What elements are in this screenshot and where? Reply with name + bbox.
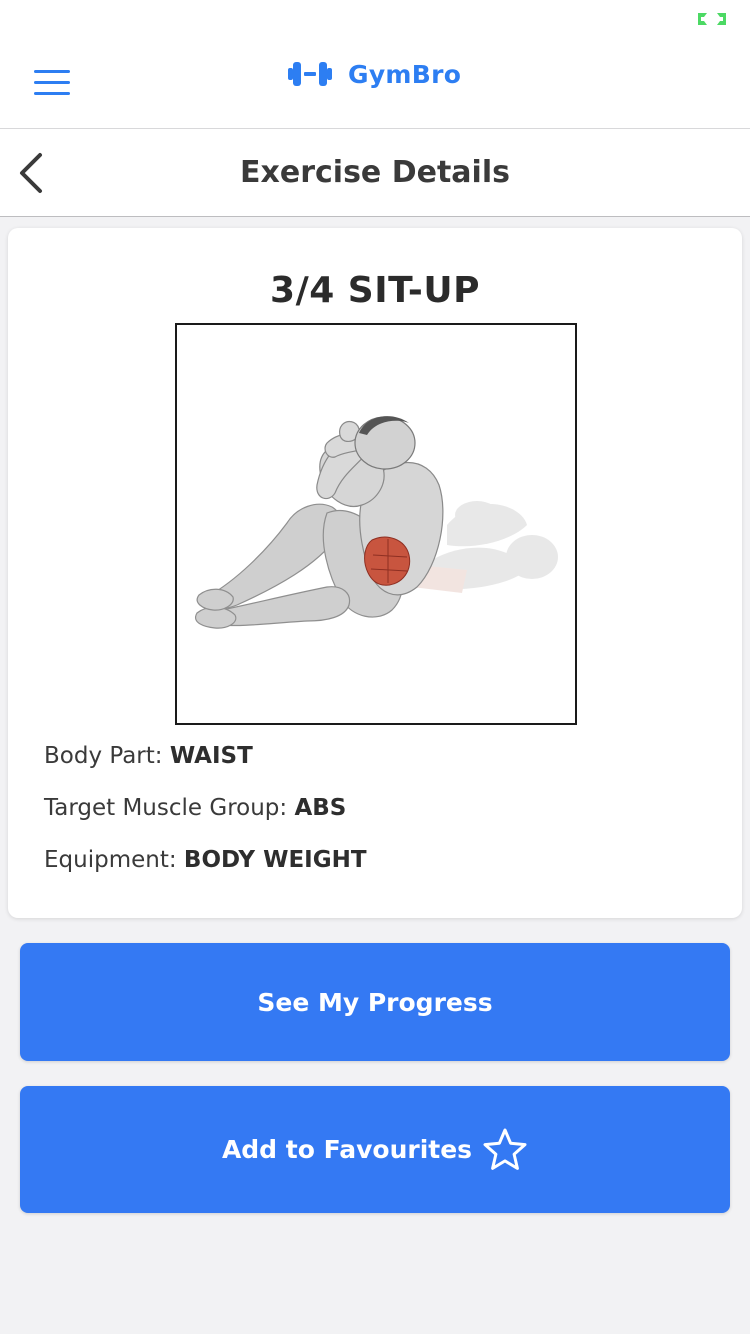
target-muscle-value: ABS (294, 795, 347, 821)
star-outline-icon (483, 1128, 527, 1170)
page-title: Exercise Details (240, 155, 510, 190)
equipment-label: Equipment: (44, 847, 177, 873)
status-bar (0, 0, 750, 40)
chevron-left-icon[interactable] (14, 151, 50, 195)
add-to-favourites-label: Add to Favourites (221, 1135, 473, 1164)
see-progress-button[interactable]: See My Progress (20, 943, 730, 1061)
exercise-detail-card: 3/4 SIT-UP Body Part: WAIST Target Muscl… (8, 228, 742, 918)
target-muscle-label: Target Muscle Group: (44, 795, 288, 821)
app-header: GymBro (0, 40, 750, 129)
body-part-row: Body Part: WAIST (44, 743, 253, 769)
title-bar: Exercise Details (0, 129, 750, 217)
battery-charging-icon (698, 13, 726, 25)
see-progress-label: See My Progress (257, 987, 493, 1017)
hamburger-menu-icon[interactable] (34, 70, 70, 96)
exercise-image (175, 323, 577, 725)
dumbbell-icon (288, 62, 332, 86)
exercise-name: 3/4 SIT-UP (270, 270, 480, 311)
equipment-row: Equipment: BODY WEIGHT (44, 847, 367, 873)
target-muscle-row: Target Muscle Group: ABS (44, 795, 346, 821)
add-to-favourites-button[interactable]: Add to Favourites (20, 1086, 730, 1213)
equipment-value: BODY WEIGHT (183, 847, 367, 873)
brand-name: GymBro (348, 59, 462, 89)
body-part-value: WAIST (169, 743, 253, 769)
body-part-label: Body Part: (44, 743, 163, 769)
brand-logo[interactable]: GymBro (286, 56, 461, 92)
